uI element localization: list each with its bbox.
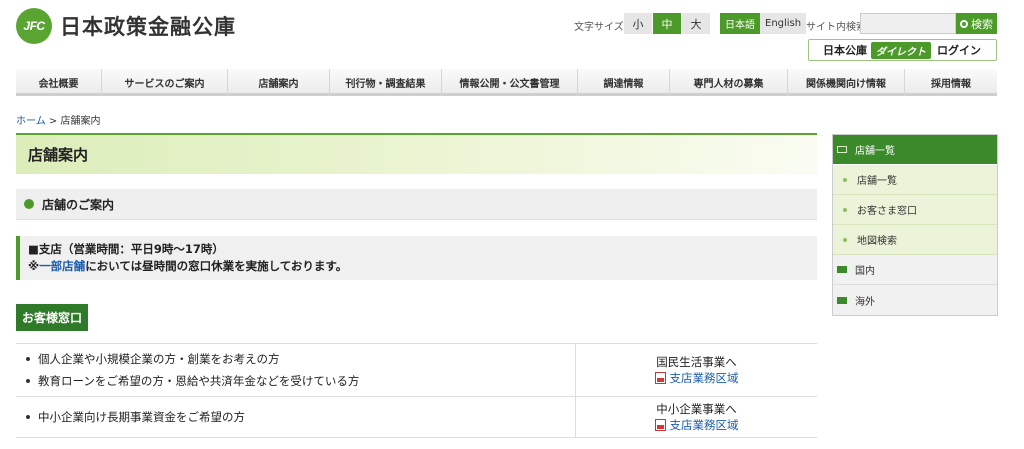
bullet-icon bbox=[26, 379, 30, 383]
notice-suffix: においては昼時間の窓口休業を実施しております。 bbox=[85, 259, 348, 273]
customer-window-table: 個人企業や小規模企業の方・創業をお考えの方 教育ローンをご希望の方・恩給や共済年… bbox=[16, 343, 817, 438]
bullet-icon bbox=[26, 357, 30, 361]
site-logo[interactable]: JFC 日本政策金融公庫 bbox=[16, 8, 236, 44]
list-item: 個人企業や小規模企業の方・創業をお考えの方 bbox=[24, 348, 567, 370]
font-size-small-button[interactable]: 小 bbox=[624, 13, 653, 34]
arrow-square-icon bbox=[837, 266, 847, 273]
side-item-label: 店舗一覧 bbox=[855, 146, 895, 157]
nav-item-specialists[interactable]: 専門人材の募集 bbox=[670, 69, 788, 96]
side-item-label: 国内 bbox=[855, 266, 875, 277]
site-name: 日本政策金融公庫 bbox=[60, 15, 236, 39]
font-size-large-button[interactable]: 大 bbox=[682, 13, 711, 34]
section-heading: 店舗のご案内 bbox=[16, 189, 817, 220]
table-cell-targets: 個人企業や小規模企業の方・創業をお考えの方 教育ローンをご希望の方・恩給や共済年… bbox=[16, 344, 576, 396]
list-item-text: 中小企業向け長期事業資金をご希望の方 bbox=[38, 410, 245, 424]
nav-item-procurement[interactable]: 調達情報 bbox=[578, 69, 670, 96]
table-cell-dept: 中小企業事業へ 支店業務区域 bbox=[576, 397, 817, 437]
breadcrumb: ホーム > 店舗案内 bbox=[16, 112, 100, 127]
list-item-text: 個人企業や小規模企業の方・創業をお考えの方 bbox=[38, 352, 280, 366]
dept-name: 国民生活事業へ bbox=[656, 355, 737, 369]
nav-item-institutions[interactable]: 関係機関向け情報 bbox=[788, 69, 905, 96]
pdf-icon bbox=[654, 372, 666, 384]
direct-prefix: 日本公庫 bbox=[823, 44, 867, 57]
side-item-label: 海外 bbox=[855, 296, 875, 308]
jfc-logo-mark: JFC bbox=[16, 8, 52, 44]
lang-english-button[interactable]: English bbox=[760, 13, 807, 34]
table-row: 中小企業向け長期事業資金をご希望の方 中小企業事業へ 支店業務区域 bbox=[16, 397, 817, 438]
section-bullet-icon bbox=[24, 199, 34, 209]
font-size-switcher: 小 中 大 bbox=[624, 13, 711, 34]
nav-item-disclosure[interactable]: 情報公開・公文書管理 bbox=[442, 69, 578, 96]
side-item-customer-window[interactable]: お客さま窓口 bbox=[833, 195, 997, 225]
side-item-map-search[interactable]: 地図検索 bbox=[833, 225, 997, 255]
search-icon bbox=[960, 19, 968, 28]
direct-login-label: ログイン bbox=[937, 44, 981, 57]
customer-window-heading: お客様窓口 bbox=[16, 304, 89, 331]
nav-item-services[interactable]: サービスのご案内 bbox=[102, 69, 228, 96]
side-nav: 店舗一覧 店舗一覧 お客さま窓口 地図検索 国内 海外 bbox=[832, 134, 998, 316]
nav-item-recruit[interactable]: 採用情報 bbox=[905, 69, 997, 96]
direct-login-button[interactable]: 日本公庫 ダイレクト ログイン bbox=[808, 39, 997, 61]
section-heading-text: 店舗のご案内 bbox=[42, 197, 115, 212]
font-size-label: 文字サイズ bbox=[574, 22, 624, 33]
side-item-label: 店舗一覧 bbox=[857, 176, 897, 187]
hours-notice: ■支店（営業時間：平日9時〜17時） ※一部店舗においては昼時間の窓口休業を実施… bbox=[16, 236, 817, 280]
pdf-link-text: 支店業務区域 bbox=[669, 418, 739, 432]
dot-icon bbox=[843, 207, 847, 212]
notice-hours: ■支店（営業時間：平日9時〜17時） bbox=[28, 242, 224, 256]
header: JFC 日本政策金融公庫 文字サイズ 小 中 大 日本語 English サイト… bbox=[0, 0, 1024, 68]
branch-area-pdf-link[interactable]: 支店業務区域 bbox=[654, 417, 739, 433]
table-row: 個人企業や小規模企業の方・創業をお考えの方 教育ローンをご希望の方・恩給や共済年… bbox=[16, 344, 817, 397]
list-item-text: 教育ローンをご希望の方・恩給や共済年金などを受けている方 bbox=[38, 374, 360, 388]
dot-icon bbox=[843, 237, 847, 242]
site-search-input[interactable] bbox=[860, 13, 956, 34]
dept-name: 中小企業事業へ bbox=[656, 402, 737, 416]
nav-item-company[interactable]: 会社概要 bbox=[16, 69, 102, 96]
branch-area-pdf-link[interactable]: 支店業務区域 bbox=[654, 370, 739, 386]
pdf-link-text: 支店業務区域 bbox=[669, 371, 739, 385]
search-button-label: 検索 bbox=[971, 17, 993, 31]
arrow-square-icon bbox=[837, 146, 847, 153]
font-size-medium-button[interactable]: 中 bbox=[653, 13, 682, 34]
bullet-icon bbox=[26, 415, 30, 419]
breadcrumb-home-link[interactable]: ホーム bbox=[16, 116, 46, 127]
side-item-domestic[interactable]: 国内 bbox=[833, 255, 997, 285]
page-title: 店舗案内 bbox=[16, 133, 817, 174]
side-item-label: 地図検索 bbox=[857, 236, 897, 247]
some-branches-link[interactable]: 一部店舗 bbox=[39, 259, 85, 273]
table-cell-targets: 中小企業向け長期事業資金をご希望の方 bbox=[16, 397, 576, 437]
side-item-branch-list[interactable]: 店舗一覧 bbox=[833, 165, 997, 195]
direct-tag: ダイレクト bbox=[871, 41, 931, 59]
site-search-label: サイト内検索 bbox=[806, 22, 866, 33]
list-item: 教育ローンをご希望の方・恩給や共済年金などを受けている方 bbox=[24, 370, 567, 392]
table-cell-dept: 国民生活事業へ 支店業務区域 bbox=[576, 344, 817, 396]
nav-item-branches[interactable]: 店舗案内 bbox=[228, 69, 330, 96]
language-switcher: 日本語 English bbox=[720, 13, 807, 34]
global-nav: 会社概要 サービスのご案内 店舗案内 刊行物・調査結果 情報公開・公文書管理 調… bbox=[16, 69, 997, 96]
side-item-label: お客さま窓口 bbox=[857, 206, 917, 217]
breadcrumb-separator: > bbox=[48, 116, 58, 127]
notice-prefix: ※ bbox=[28, 259, 40, 273]
notice-closure: ※一部店舗においては昼時間の窓口休業を実施しております。 bbox=[28, 258, 809, 275]
pdf-icon bbox=[654, 419, 666, 431]
lang-japanese-button[interactable]: 日本語 bbox=[720, 13, 760, 34]
list-item: 中小企業向け長期事業資金をご希望の方 bbox=[24, 406, 245, 428]
nav-item-publications[interactable]: 刊行物・調査結果 bbox=[330, 69, 442, 96]
breadcrumb-current: 店舗案内 bbox=[60, 116, 101, 127]
side-item-overseas[interactable]: 海外 bbox=[833, 285, 997, 315]
arrow-square-icon bbox=[837, 296, 847, 304]
search-button[interactable]: 検索 bbox=[956, 13, 997, 34]
side-item-branch-list-head[interactable]: 店舗一覧 bbox=[833, 135, 997, 165]
dot-icon bbox=[843, 177, 847, 182]
